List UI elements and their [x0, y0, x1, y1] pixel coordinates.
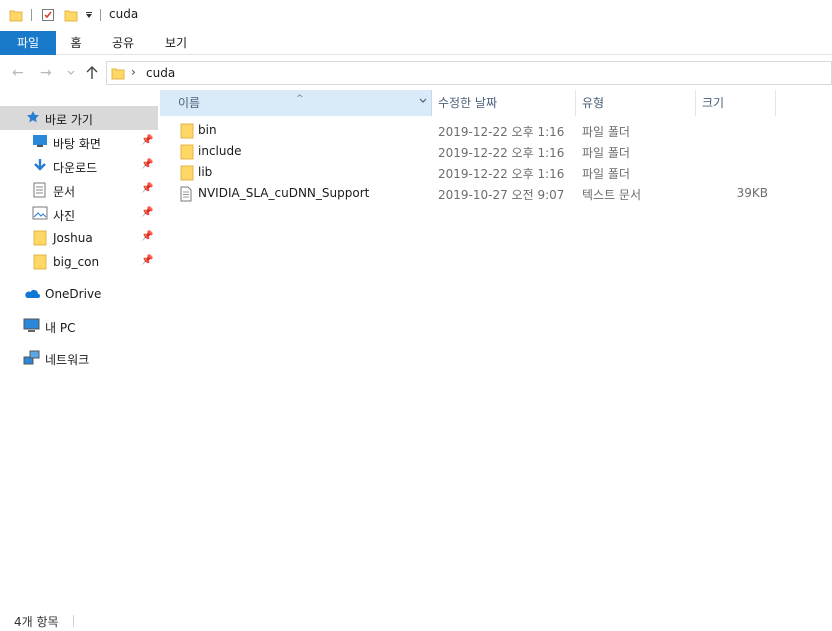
breadcrumb-cuda[interactable]: cuda	[146, 66, 175, 80]
file-date: 2019-12-22 오후 1:16	[438, 167, 565, 181]
status-bar: 4개 항목	[0, 610, 832, 631]
up-arrow-icon[interactable]	[86, 66, 98, 80]
nav-label: 바로 가기	[45, 113, 93, 127]
nav-label: big_con	[53, 255, 100, 269]
ribbon-tabs: 파일 홈 공유 보기	[0, 31, 832, 55]
file-row[interactable]: lib 2019-12-22 오후 1:16 파일 폴더	[160, 162, 832, 183]
nav-item-downloads[interactable]: 다운로드 📌	[0, 154, 158, 178]
pin-icon[interactable]: 📌	[141, 207, 153, 218]
column-headers: 이름 ^ 수정한 날짜 유형 크기	[160, 90, 832, 116]
properties-icon[interactable]	[41, 8, 55, 22]
file-size: 39KB	[736, 186, 768, 200]
column-header-size[interactable]: 크기	[696, 90, 775, 116]
sort-ascending-icon: ^	[296, 94, 304, 104]
column-date-label: 수정한 날짜	[438, 96, 498, 110]
folder-icon	[111, 68, 125, 80]
pictures-icon	[32, 206, 48, 220]
pin-icon[interactable]: 📌	[141, 159, 153, 170]
back-arrow-icon[interactable]: ←	[12, 65, 24, 81]
file-row[interactable]: NVIDIA_SLA_cuDNN_Support 2019-10-27 오전 9…	[160, 183, 832, 204]
pin-icon[interactable]: 📌	[141, 135, 153, 146]
column-type-label: 유형	[582, 96, 605, 110]
pin-icon[interactable]: 📌	[141, 231, 153, 242]
pin-icon[interactable]: 📌	[141, 183, 153, 194]
text-file-icon	[180, 186, 192, 202]
file-date: 2019-12-22 오후 1:16	[438, 125, 565, 139]
divider	[73, 615, 74, 627]
folder-icon	[180, 144, 194, 160]
file-date: 2019-10-27 오전 9:07	[438, 188, 565, 202]
divider	[100, 9, 101, 21]
divider	[31, 9, 32, 21]
column-header-name[interactable]: 이름 ^	[160, 90, 432, 116]
file-type: 파일 폴더	[582, 167, 630, 181]
nav-quick-access[interactable]: 바로 가기	[0, 106, 158, 130]
tab-share[interactable]: 공유	[104, 31, 142, 55]
title-bar: cuda	[0, 0, 832, 31]
file-row[interactable]: include 2019-12-22 오후 1:16 파일 폴더	[160, 141, 832, 162]
folder-icon	[180, 123, 194, 139]
nav-item-this-pc[interactable]: 내 PC	[0, 314, 158, 338]
breadcrumb-chevron-icon[interactable]: ›	[131, 65, 136, 79]
tab-view[interactable]: 보기	[157, 31, 195, 55]
nav-label: OneDrive	[45, 287, 102, 301]
nav-item-joshua[interactable]: Joshua 📌	[0, 226, 158, 250]
column-size-label: 크기	[702, 96, 725, 110]
computer-icon	[23, 318, 40, 332]
nav-label: 사진	[53, 209, 76, 223]
folder-icon[interactable]	[9, 8, 23, 22]
folder-icon	[180, 165, 194, 181]
nav-label: 내 PC	[45, 321, 76, 335]
onedrive-cloud-icon	[25, 289, 40, 298]
nav-label: Joshua	[53, 231, 93, 245]
nav-label: 다운로드	[53, 161, 98, 175]
file-name: lib	[198, 165, 213, 179]
nav-label: 네트워크	[45, 353, 90, 367]
network-icon	[23, 350, 40, 365]
desktop-icon	[33, 135, 47, 147]
filter-chevron-icon[interactable]	[418, 96, 428, 106]
file-name: bin	[198, 123, 217, 137]
file-name: NVIDIA_SLA_cuDNN_Support	[198, 186, 370, 200]
navigation-pane: 바로 가기 바탕 화면 📌 다운로드 📌 문서 📌 사진 📌 Joshua 📌 …	[0, 90, 158, 600]
column-header-type[interactable]: 유형	[576, 90, 695, 116]
folder-icon	[33, 230, 47, 246]
nav-item-pictures[interactable]: 사진 📌	[0, 202, 158, 226]
address-bar[interactable]: › cuda	[106, 61, 832, 85]
recent-locations-chevron-icon[interactable]	[67, 70, 75, 76]
item-count: 4개 항목	[14, 615, 59, 629]
file-type: 파일 폴더	[582, 146, 630, 160]
nav-item-desktop[interactable]: 바탕 화면 📌	[0, 130, 158, 154]
nav-item-onedrive[interactable]: OneDrive	[0, 282, 158, 306]
nav-item-big-con[interactable]: big_con 📌	[0, 250, 158, 274]
nav-item-network[interactable]: 네트워크	[0, 346, 158, 370]
nav-label: 바탕 화면	[53, 137, 101, 151]
divider[interactable]	[775, 90, 776, 116]
column-name-label: 이름	[178, 96, 201, 110]
file-type: 파일 폴더	[582, 125, 630, 139]
file-date: 2019-12-22 오후 1:16	[438, 146, 565, 160]
tab-file[interactable]: 파일	[0, 31, 56, 55]
column-header-date[interactable]: 수정한 날짜	[432, 90, 575, 116]
download-icon	[34, 159, 46, 171]
window-title: cuda	[109, 7, 139, 21]
file-row[interactable]: bin 2019-12-22 오후 1:16 파일 폴더	[160, 120, 832, 141]
pin-icon[interactable]: 📌	[141, 255, 153, 266]
tab-home[interactable]: 홈	[62, 31, 90, 55]
documents-icon	[33, 182, 46, 198]
nav-label: 문서	[53, 185, 76, 199]
folder-icon	[33, 254, 47, 270]
file-type: 텍스트 문서	[582, 188, 642, 202]
navigation-bar: ← → › cuda	[0, 58, 832, 88]
new-folder-icon[interactable]	[64, 8, 78, 22]
star-icon	[27, 111, 39, 123]
nav-item-documents[interactable]: 문서 📌	[0, 178, 158, 202]
forward-arrow-icon[interactable]: →	[40, 65, 52, 81]
file-name: include	[198, 144, 242, 158]
customize-toolbar-icon[interactable]	[85, 11, 93, 19]
